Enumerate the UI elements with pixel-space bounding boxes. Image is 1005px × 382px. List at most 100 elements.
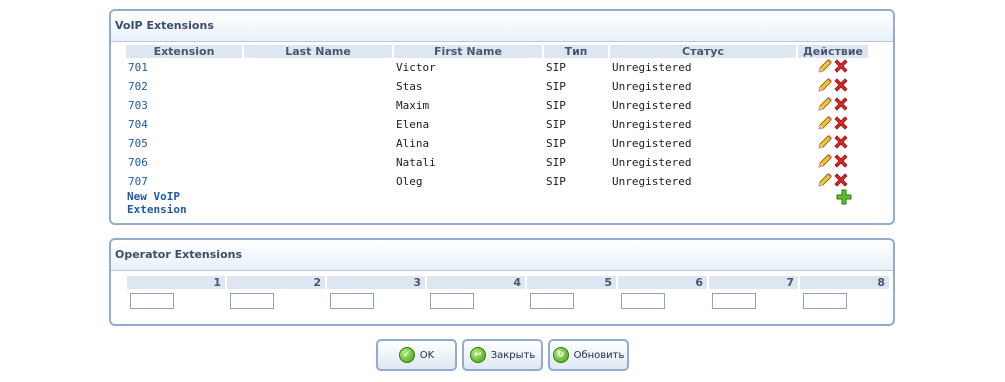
pencil-icon[interactable]: [817, 115, 833, 134]
operator-cell: [527, 289, 616, 315]
cell-last-name: [244, 153, 392, 172]
pencil-icon[interactable]: [817, 77, 833, 96]
operator-col-1: 1: [127, 276, 225, 289]
operator-extension-input-2[interactable]: [230, 293, 274, 309]
cell-type: SIP: [546, 99, 566, 112]
cell-type: SIP: [546, 118, 566, 131]
table-row: 701 Victor SIP Unregistered: [126, 58, 868, 77]
col-status: Статус: [610, 45, 796, 58]
table-row: 705 Alina SIP Unregistered: [126, 134, 868, 153]
operator-extension-input-4[interactable]: [430, 293, 474, 309]
cell-type: SIP: [546, 156, 566, 169]
cell-action: [798, 134, 868, 153]
table-row: 706 Natali SIP Unregistered: [126, 153, 868, 172]
cell-status: Unregistered: [612, 175, 692, 188]
red-x-icon[interactable]: [833, 153, 849, 172]
operator-cell: [800, 289, 889, 315]
cell-first-name: Victor: [396, 61, 436, 74]
red-x-icon[interactable]: [833, 58, 849, 77]
cell-type: SIP: [546, 61, 566, 74]
red-x-icon[interactable]: [833, 77, 849, 96]
col-extension: Extension: [126, 45, 242, 58]
cell-action: [798, 172, 868, 191]
cell-extension: 702: [126, 77, 242, 96]
table-row: 703 Maxim SIP Unregistered: [126, 96, 868, 115]
cell-action: [798, 153, 868, 172]
cell-last-name: [244, 172, 392, 191]
operator-cell: [709, 289, 798, 315]
col-action: Действие: [798, 45, 868, 58]
operator-extension-input-1[interactable]: [130, 293, 174, 309]
cell-type: SIP: [546, 80, 566, 93]
operator-col-6: 6: [618, 276, 707, 289]
operator-extension-input-7[interactable]: [712, 293, 756, 309]
cell-status: Unregistered: [612, 156, 692, 169]
cell-extension: 704: [126, 115, 242, 134]
operator-extension-input-5[interactable]: [530, 293, 574, 309]
pencil-icon[interactable]: [817, 58, 833, 77]
cell-action: [798, 115, 868, 134]
red-x-icon[interactable]: [833, 96, 849, 115]
operator-extension-input-6[interactable]: [621, 293, 665, 309]
operator-col-2: 2: [227, 276, 325, 289]
operator-col-7: 7: [709, 276, 798, 289]
cell-first-name: Stas: [396, 80, 423, 93]
extension-link[interactable]: 701: [128, 61, 148, 74]
red-x-icon[interactable]: [833, 134, 849, 153]
refresh-icon: ↻: [552, 347, 569, 363]
cell-extension: 701: [126, 58, 242, 77]
cell-action: [798, 77, 868, 96]
operator-extension-input-8[interactable]: [803, 293, 847, 309]
extension-link[interactable]: 703: [128, 99, 148, 112]
col-type: Тип: [544, 45, 608, 58]
operator-col-8: 8: [800, 276, 889, 289]
cell-last-name: [244, 96, 392, 115]
operator-col-4: 4: [427, 276, 525, 289]
col-last-name: Last Name: [244, 45, 392, 58]
red-x-icon[interactable]: [833, 115, 849, 134]
table-row: 707 Oleg SIP Unregistered: [126, 172, 868, 191]
cell-extension: 707: [126, 172, 242, 191]
operator-cell: [327, 289, 425, 315]
green-plus-icon[interactable]: [836, 189, 852, 208]
voip-extensions-panel: VoIP Extensions Extension Last Name Firs…: [109, 9, 895, 225]
cell-status: Unregistered: [612, 137, 692, 150]
extension-link[interactable]: 704: [128, 118, 148, 131]
extension-link[interactable]: 706: [128, 156, 148, 169]
cell-extension: 703: [126, 96, 242, 115]
pencil-icon[interactable]: [817, 153, 833, 172]
extension-link[interactable]: 705: [128, 137, 148, 150]
pencil-icon[interactable]: [817, 172, 833, 191]
operator-cell: [427, 289, 525, 315]
operator-col-5: 5: [527, 276, 616, 289]
new-voip-extension-link[interactable]: New VoIP Extension: [127, 190, 247, 216]
voip-panel-title: VoIP Extensions: [111, 11, 893, 42]
close-button[interactable]: ↩ Закрыть: [462, 339, 543, 371]
cell-extension: 706: [126, 153, 242, 172]
pencil-icon[interactable]: [817, 134, 833, 153]
cell-first-name: Alina: [396, 137, 430, 150]
cell-last-name: [244, 134, 392, 153]
table-row: 704 Elena SIP Unregistered: [126, 115, 868, 134]
cell-first-name: Natali: [396, 156, 436, 169]
operator-col-3: 3: [327, 276, 425, 289]
ok-button[interactable]: ✓ OK: [376, 339, 457, 371]
cell-status: Unregistered: [612, 80, 692, 93]
operator-extensions-table: 12345678: [125, 276, 891, 315]
voip-extensions-table: Extension Last Name First Name Тип Стату…: [124, 45, 870, 191]
cell-type: SIP: [546, 175, 566, 188]
cell-extension: 705: [126, 134, 242, 153]
col-first-name: First Name: [394, 45, 542, 58]
cell-type: SIP: [546, 137, 566, 150]
cell-status: Unregistered: [612, 118, 692, 131]
extension-link[interactable]: 707: [128, 175, 148, 188]
exit-icon: ↩: [469, 347, 486, 363]
extension-link[interactable]: 702: [128, 80, 148, 93]
cell-last-name: [244, 77, 392, 96]
close-button-label: Закрыть: [490, 349, 536, 361]
pencil-icon[interactable]: [817, 96, 833, 115]
operator-extension-input-3[interactable]: [330, 293, 374, 309]
check-icon: ✓: [398, 347, 415, 363]
cell-first-name: Oleg: [396, 175, 423, 188]
refresh-button[interactable]: ↻ Обновить: [548, 339, 629, 371]
